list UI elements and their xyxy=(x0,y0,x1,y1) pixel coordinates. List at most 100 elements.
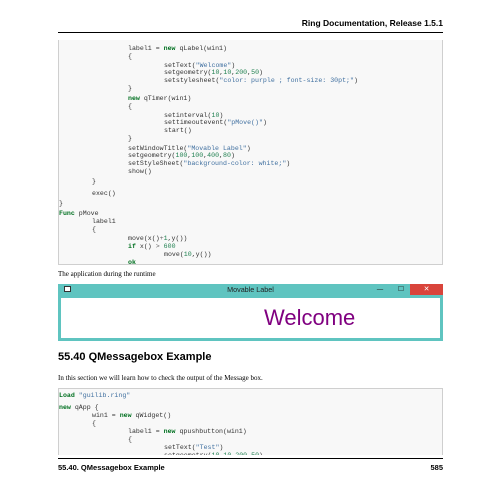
code-line: { xyxy=(92,420,96,428)
code-token: ) xyxy=(262,119,267,126)
code-token: ) xyxy=(259,69,263,76)
code-token: label1 = xyxy=(128,45,164,52)
code-token: setStyleSheet( xyxy=(128,160,184,167)
window-frame: Welcome xyxy=(58,295,443,341)
code-line: } xyxy=(128,85,132,93)
code-token: label1 = xyxy=(128,428,164,435)
maximize-button[interactable]: ☐ xyxy=(392,284,410,295)
code-token: setinterval( xyxy=(164,112,212,119)
code-token: move(x() xyxy=(128,235,160,242)
code-token: qLabel(win1) xyxy=(175,45,227,52)
code-token: pMove xyxy=(74,210,99,217)
code-token: ) xyxy=(230,152,235,159)
code-line: { xyxy=(92,226,96,234)
code-token: 400 xyxy=(207,152,220,159)
code-token: { xyxy=(128,436,132,443)
code-line: move(10,y()) xyxy=(164,251,212,259)
section-intro-text: In this section we will learn how to che… xyxy=(58,374,263,382)
code-line: Func pMove xyxy=(59,210,99,218)
code-token: qApp { xyxy=(70,404,99,411)
code-token: ) xyxy=(231,62,236,69)
code-token: exec() xyxy=(92,190,116,197)
code-token: ) xyxy=(286,160,291,167)
code-token: Load xyxy=(59,392,75,399)
code-token: } xyxy=(128,85,132,92)
code-line: setgeometry(10,10,200,50) xyxy=(164,69,263,77)
code-token: setWindowTitle( xyxy=(128,145,188,152)
code-token: "Movable Label" xyxy=(187,145,247,152)
code-line: { xyxy=(128,53,132,61)
code-token: { xyxy=(92,420,96,427)
code-token: 600 xyxy=(163,243,176,250)
code-token: new xyxy=(128,95,140,102)
code-line: show() xyxy=(128,168,152,176)
code-line: { xyxy=(128,103,132,111)
footer-section-title: 55.40. QMessagebox Example xyxy=(58,463,165,472)
code-line: setgeometry(10,10,200,50) xyxy=(164,452,263,455)
code-token: ) xyxy=(259,452,263,455)
code-token: { xyxy=(92,226,96,233)
welcome-label: Welcome xyxy=(264,305,356,330)
code-token: ) xyxy=(219,444,224,451)
code-block-qmessagebox: Load "guilib.ring" new qApp {win1 = new q… xyxy=(58,388,443,455)
code-token: setgeometry( xyxy=(164,452,211,455)
code-line: label1 = new qpushbutton(win1) xyxy=(128,428,247,436)
code-token: label1 xyxy=(92,218,116,225)
code-token: new xyxy=(119,412,132,419)
code-line: settimeoutevent("pMove()") xyxy=(164,119,267,127)
code-token: setgeometry( xyxy=(164,69,212,76)
code-token: setgeometry( xyxy=(128,152,176,159)
code-token: start() xyxy=(164,127,192,134)
page-number: 585 xyxy=(430,463,443,472)
code-line: start() xyxy=(164,127,192,135)
code-line: if x() > 600 xyxy=(128,243,176,251)
code-token: { xyxy=(128,103,132,110)
code-token: Func xyxy=(59,210,75,217)
code-token: 200 xyxy=(235,452,247,455)
code-token: 100 xyxy=(191,152,204,159)
code-line: setText("Test") xyxy=(164,444,223,452)
code-token: { xyxy=(128,53,132,60)
code-token: ) xyxy=(219,112,224,119)
code-token: move( xyxy=(164,251,184,258)
minimize-button[interactable]: — xyxy=(371,284,389,295)
code-line: label1 = new qLabel(win1) xyxy=(128,45,227,53)
code-token: "color: purple ; font-size: 30pt;" xyxy=(219,77,354,84)
code-token: ,y()) xyxy=(191,251,212,258)
code-token: "Test" xyxy=(195,444,220,451)
document-title: Ring Documentation, Release 1.5.1 xyxy=(301,18,443,28)
code-token: "pMove()" xyxy=(227,119,263,126)
code-token: qpushbutton(win1) xyxy=(175,428,247,435)
window-titlebar: Movable Label — ☐ ✕ xyxy=(58,284,443,295)
code-line: } xyxy=(59,200,63,208)
code-token: new xyxy=(163,428,176,435)
code-block-movable-label: label1 = new qLabel(win1){setText("Welco… xyxy=(58,40,443,265)
code-token: 200 xyxy=(235,69,248,76)
code-token: } xyxy=(59,200,63,207)
code-line: { xyxy=(128,436,132,444)
code-line: label1 xyxy=(92,218,116,226)
code-line: } xyxy=(92,178,96,186)
code-token: qWidget() xyxy=(131,412,172,419)
close-button[interactable]: ✕ xyxy=(410,284,443,295)
runtime-caption: The application during the runtime xyxy=(58,270,156,278)
code-token: settimeoutevent( xyxy=(164,119,228,126)
code-token: } xyxy=(92,178,96,185)
app-window-screenshot: Movable Label — ☐ ✕ Welcome xyxy=(58,284,443,341)
code-line: Load "guilib.ring" xyxy=(59,392,130,400)
code-line: } xyxy=(128,135,132,143)
page-header: Ring Documentation, Release 1.5.1 xyxy=(58,16,443,33)
code-token: qTimer(win1) xyxy=(139,95,192,102)
code-token: 50 xyxy=(251,69,260,76)
code-token: 100 xyxy=(175,152,188,159)
code-token: 10 xyxy=(183,251,192,258)
code-line: setstylesheet("color: purple ; font-size… xyxy=(164,77,358,85)
code-token: ,y()) xyxy=(167,235,188,242)
code-line: setStyleSheet("background-color: white;"… xyxy=(128,160,290,168)
code-line: new qTimer(win1) xyxy=(128,95,191,103)
code-token: 50 xyxy=(251,452,259,455)
code-token: "background-color: white;" xyxy=(183,160,287,167)
code-token: 80 xyxy=(223,152,231,159)
page-footer: 55.40. QMessagebox Example 585 xyxy=(58,458,443,473)
code-token: if xyxy=(128,243,136,250)
